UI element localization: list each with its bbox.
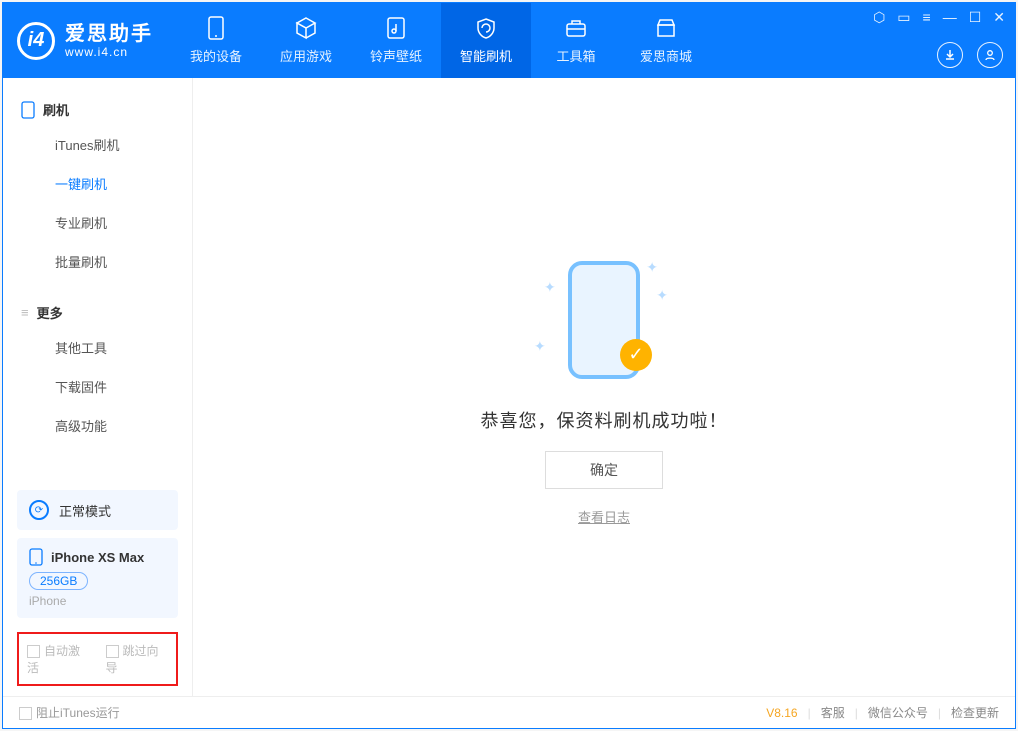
footer-right: V8.16 | 客服 | 微信公众号 | 检查更新 (766, 704, 999, 721)
sidebar-group-label: 刷机 (43, 100, 69, 119)
mode-panel[interactable]: ⟳ 正常模式 (17, 490, 178, 530)
download-icon (943, 48, 957, 62)
checkbox-skip-guide[interactable]: 跳过向导 (106, 642, 169, 676)
device-type: iPhone (29, 594, 166, 608)
shirt-icon[interactable]: ⬡ (873, 9, 885, 26)
success-illustration: ✦ ✦ ✦ ✦ ✓ (534, 249, 674, 389)
phone-icon (204, 16, 228, 40)
nav-label: 智能刷机 (460, 46, 512, 65)
checkbox-label: 阻止iTunes运行 (36, 706, 120, 720)
window-controls: ⬡ ▭ ≡ — ☐ ✕ (873, 9, 1005, 26)
separator: | (808, 706, 811, 720)
sidebar-group-label: 更多 (37, 303, 63, 322)
close-button[interactable]: ✕ (993, 9, 1005, 26)
highlighted-checkbox-row: 自动激活 跳过向导 (17, 632, 178, 686)
menu-icon[interactable]: ≡ (923, 9, 931, 26)
sidebar-group-flash: 刷机 iTunes刷机 一键刷机 专业刷机 批量刷机 (3, 78, 192, 281)
checkbox-icon[interactable] (27, 645, 40, 658)
body: 刷机 iTunes刷机 一键刷机 专业刷机 批量刷机 ≡ 更多 其他工具 下载固… (3, 78, 1015, 696)
nav-label: 工具箱 (556, 46, 595, 65)
sidebar: 刷机 iTunes刷机 一键刷机 专业刷机 批量刷机 ≡ 更多 其他工具 下载固… (3, 78, 193, 696)
app-name: 爱思助手 (65, 23, 153, 45)
sidebar-group-more: ≡ 更多 其他工具 下载固件 高级功能 (3, 281, 192, 445)
logo-text: 爱思助手 www.i4.cn (65, 23, 153, 59)
sidebar-item-one-click-flash[interactable]: 一键刷机 (3, 164, 192, 203)
sidebar-item-itunes-flash[interactable]: iTunes刷机 (3, 125, 192, 164)
titlebar: i4 爱思助手 www.i4.cn 我的设备 应用游戏 铃声壁纸 智能刷机 (3, 3, 1015, 78)
nav-smart-flash[interactable]: 智能刷机 (441, 3, 531, 78)
refresh-shield-icon (474, 16, 498, 40)
sidebar-group-head-more: ≡ 更多 (3, 297, 192, 328)
footer: 阻止iTunes运行 V8.16 | 客服 | 微信公众号 | 检查更新 (3, 696, 1015, 728)
sidebar-item-pro-flash[interactable]: 专业刷机 (3, 203, 192, 242)
nav-store[interactable]: 爱思商城 (621, 3, 711, 78)
device-capacity-badge: 256GB (29, 572, 88, 590)
profile-button[interactable] (977, 42, 1003, 68)
mode-icon: ⟳ (29, 500, 49, 520)
support-link[interactable]: 客服 (821, 704, 845, 721)
nav-label: 我的设备 (190, 46, 242, 65)
nav-label: 爱思商城 (640, 46, 692, 65)
logo-icon: i4 (17, 22, 55, 60)
app-site: www.i4.cn (65, 45, 153, 59)
sidebar-item-other-tools[interactable]: 其他工具 (3, 328, 192, 367)
checkbox-auto-activate[interactable]: 自动激活 (27, 642, 90, 676)
app-logo: i4 爱思助手 www.i4.cn (3, 3, 171, 78)
minimize-button[interactable]: — (943, 9, 957, 26)
separator: | (938, 706, 941, 720)
sidebar-item-download-firmware[interactable]: 下载固件 (3, 367, 192, 406)
sidebar-item-advanced[interactable]: 高级功能 (3, 406, 192, 445)
maximize-button[interactable]: ☐ (969, 9, 982, 26)
sparkle-icon: ✦ (656, 287, 668, 304)
nav-ringtones-wallpapers[interactable]: 铃声壁纸 (351, 3, 441, 78)
user-icon (983, 48, 997, 62)
version-label: V8.16 (766, 706, 797, 720)
nav-label: 铃声壁纸 (370, 46, 422, 65)
nav-my-device[interactable]: 我的设备 (171, 3, 261, 78)
sidebar-group-head-flash: 刷机 (3, 94, 192, 125)
check-update-link[interactable]: 检查更新 (951, 704, 999, 721)
mode-label: 正常模式 (59, 501, 111, 520)
sparkle-icon: ✦ (646, 259, 658, 276)
phone-small-icon (21, 101, 35, 119)
ok-button[interactable]: 确定 (545, 451, 663, 489)
checkbox-block-itunes[interactable]: 阻止iTunes运行 (19, 704, 120, 721)
music-file-icon (384, 16, 408, 40)
sparkle-icon: ✦ (544, 279, 556, 296)
nav-apps-games[interactable]: 应用游戏 (261, 3, 351, 78)
sidebar-bottom: ⟳ 正常模式 iPhone XS Max 256GB iPhone 自动激活 跳… (3, 482, 192, 696)
main-content: ✦ ✦ ✦ ✦ ✓ 恭喜您，保资料刷机成功啦！ 确定 查看日志 (193, 78, 1015, 696)
sidebar-item-batch-flash[interactable]: 批量刷机 (3, 242, 192, 281)
check-badge-icon: ✓ (620, 339, 652, 371)
titlebar-right-buttons (937, 42, 1003, 68)
sparkle-icon: ✦ (534, 338, 546, 355)
separator: | (855, 706, 858, 720)
checkbox-icon[interactable] (19, 707, 32, 720)
cube-icon (294, 16, 318, 40)
checkbox-icon[interactable] (106, 645, 119, 658)
device-panel[interactable]: iPhone XS Max 256GB iPhone (17, 538, 178, 618)
shop-icon (654, 16, 678, 40)
view-log-link[interactable]: 查看日志 (578, 507, 630, 526)
success-message: 恭喜您，保资料刷机成功啦！ (481, 407, 728, 433)
note-icon[interactable]: ▭ (897, 9, 910, 26)
device-name: iPhone XS Max (51, 550, 144, 565)
app-window: i4 爱思助手 www.i4.cn 我的设备 应用游戏 铃声壁纸 智能刷机 (2, 2, 1016, 729)
toolbox-icon (564, 16, 588, 40)
list-icon: ≡ (21, 305, 29, 320)
wechat-link[interactable]: 微信公众号 (868, 704, 928, 721)
top-nav: 我的设备 应用游戏 铃声壁纸 智能刷机 工具箱 爱思商城 (171, 3, 711, 78)
nav-toolbox[interactable]: 工具箱 (531, 3, 621, 78)
device-icon (29, 548, 43, 566)
nav-label: 应用游戏 (280, 46, 332, 65)
download-button[interactable] (937, 42, 963, 68)
